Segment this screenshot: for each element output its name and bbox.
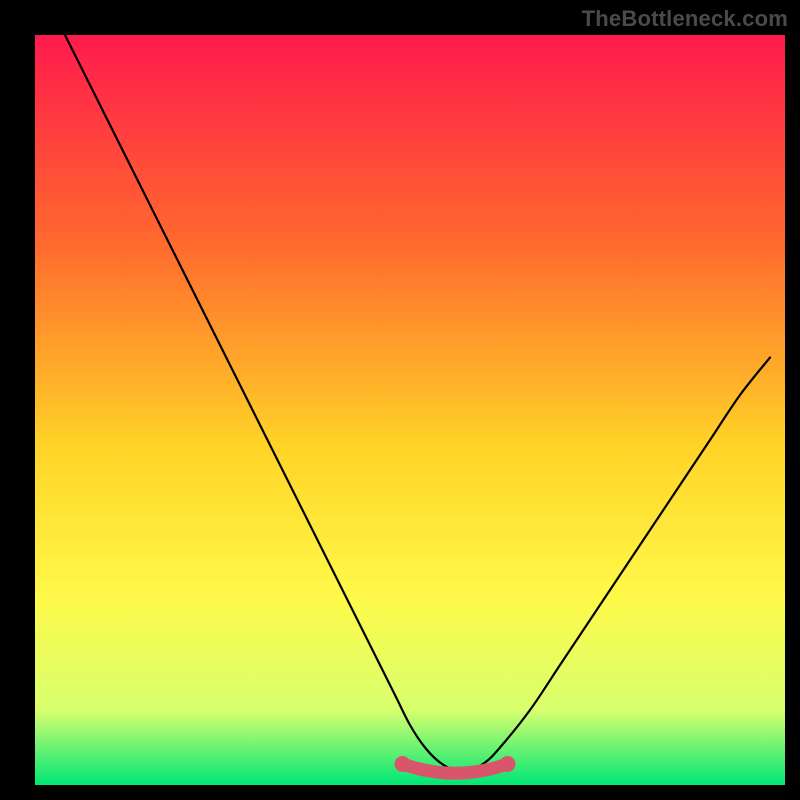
optimal-range-end-dot xyxy=(500,756,516,772)
watermark-text: TheBottleneck.com xyxy=(582,6,788,32)
chart-frame: TheBottleneck.com xyxy=(0,0,800,800)
optimal-range-start-dot xyxy=(395,756,411,772)
plot-area xyxy=(35,35,785,785)
bottleneck-chart xyxy=(0,0,800,800)
